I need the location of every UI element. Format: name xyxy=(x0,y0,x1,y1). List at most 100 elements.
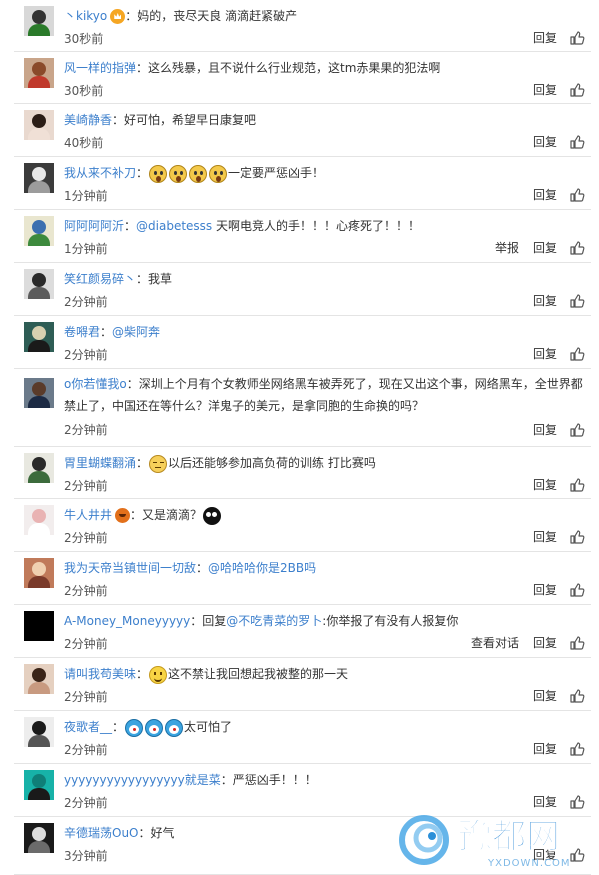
username-link[interactable]: 丶kikyo xyxy=(64,9,107,23)
comment-actions: 举报 回复 xyxy=(481,239,585,257)
user-avatar[interactable] xyxy=(24,770,54,800)
user-avatar[interactable] xyxy=(24,269,54,299)
thumbs-up-icon[interactable] xyxy=(569,529,585,545)
username-link[interactable]: 美崎静香 xyxy=(64,113,112,127)
username-link[interactable]: 风一样的指弹 xyxy=(64,61,136,75)
reply-button[interactable]: 回复 xyxy=(533,528,557,545)
comment-content: 一定要严惩凶手！ xyxy=(228,166,325,180)
reply-button[interactable]: 回复 xyxy=(533,186,557,203)
thumbs-up-icon[interactable] xyxy=(569,582,585,598)
comment-time: 30秒前 xyxy=(64,84,104,98)
reply-button[interactable]: 回复 xyxy=(533,81,557,98)
comment-text: o你若懂我o：深圳上个月有个女教师坐网络黑车被弄死了，现在又出这个事，网络黑车，… xyxy=(64,373,587,417)
user-avatar[interactable] xyxy=(24,378,54,408)
reply-button[interactable]: 回复 xyxy=(533,29,557,46)
comment-content: 以后还能够参加高负荷的训练 打比赛吗 xyxy=(168,456,376,470)
username-link[interactable]: 胃里蝴蝶翻涌 xyxy=(64,456,136,470)
comment-item: 夜歌者__： 太可怕了 2分钟前 回复 xyxy=(0,711,599,764)
reply-button[interactable]: 回复 xyxy=(533,292,557,309)
user-avatar[interactable] xyxy=(24,664,54,694)
reply-button[interactable]: 回复 xyxy=(533,345,557,362)
username-link[interactable]: 我为天帝当镇世间一切敌 xyxy=(64,561,196,575)
reply-button[interactable]: 回复 xyxy=(533,581,557,598)
comment-text: 胃里蝴蝶翻涌： 以后还能够参加高负荷的训练 打比赛吗 xyxy=(64,454,587,473)
username-link[interactable]: yyyyyyyyyyyyyyyyy就是菜 xyxy=(64,773,221,787)
reply-button[interactable]: 回复 xyxy=(533,687,557,704)
view-conversation-button[interactable]: 查看对话 xyxy=(471,634,519,651)
user-avatar[interactable] xyxy=(24,453,54,483)
user-avatar[interactable] xyxy=(24,216,54,246)
username-link[interactable]: 笑红颜易碎丶 xyxy=(64,272,136,286)
comment-item: 请叫我苟美味： 这不禁让我回想起我被整的那一天 2分钟前 回复 xyxy=(0,658,599,711)
comment-content: ：好气 xyxy=(138,826,175,840)
user-avatar[interactable] xyxy=(24,505,54,535)
user-avatar[interactable] xyxy=(24,823,54,853)
comment-actions: 回复 xyxy=(519,186,585,204)
mention-link[interactable]: @柴阿奔 xyxy=(112,325,160,339)
thumbs-up-icon[interactable] xyxy=(569,240,585,256)
comment-content: 这不禁让我回想起我被整的那一天 xyxy=(168,667,349,681)
comment-actions: 回复 xyxy=(519,81,585,99)
comment-item: 丶kikyo ：妈的，丧尽天良 滴滴赶紧破产 30秒前 回复 xyxy=(0,0,599,52)
comment-text: 笑红颜易碎丶：我草 xyxy=(64,270,587,288)
thumbs-up-icon[interactable] xyxy=(569,187,585,203)
user-avatar[interactable] xyxy=(24,558,54,588)
user-avatar[interactable] xyxy=(24,58,54,88)
user-avatar[interactable] xyxy=(24,322,54,352)
report-button[interactable]: 举报 xyxy=(495,239,519,256)
user-avatar[interactable] xyxy=(24,611,54,641)
reply-button[interactable]: 回复 xyxy=(533,421,557,438)
reply-button[interactable]: 回复 xyxy=(533,740,557,757)
username-link[interactable]: 请叫我苟美味 xyxy=(64,667,136,681)
mention-link[interactable]: @不吃青菜的罗卜 xyxy=(226,614,322,628)
scream-emoji-icon xyxy=(169,164,188,183)
username-link[interactable]: A-Money_Moneyyyyy xyxy=(64,614,190,628)
comment-time: 2分钟前 xyxy=(64,531,108,545)
comment-actions: 回复 xyxy=(519,581,585,599)
comment-time: 3分钟前 xyxy=(64,849,108,863)
comment-time: 40秒前 xyxy=(64,136,104,150)
comment-text: A-Money_Moneyyyyy：回复@不吃青菜的罗卜:你举报了有没有人报复你 xyxy=(64,612,587,630)
thumbs-up-icon[interactable] xyxy=(569,741,585,757)
comment-text: 美崎静香：好可怕，希望早日康复吧 xyxy=(64,111,587,129)
reply-button[interactable]: 回复 xyxy=(533,476,557,493)
user-avatar[interactable] xyxy=(24,717,54,747)
comment-content: 天啊电竞人的手！！！心疼死了！！！ xyxy=(212,219,421,233)
comment-content: ： xyxy=(112,720,125,734)
username-link[interactable]: 卷嘚君 xyxy=(64,325,100,339)
comment-content: ： xyxy=(124,219,137,233)
thumbs-up-icon[interactable] xyxy=(569,30,585,46)
thumbs-up-icon[interactable] xyxy=(569,346,585,362)
thumbs-up-icon[interactable] xyxy=(569,82,585,98)
username-link[interactable]: 我从来不补刀 xyxy=(64,166,136,180)
comment-text: 卷嘚君：@柴阿奔 xyxy=(64,323,587,341)
reply-button[interactable]: 回复 xyxy=(533,239,557,256)
username-link[interactable]: 夜歌者__ xyxy=(64,720,112,734)
mention-link[interactable]: @哈哈哈你是2BB吗 xyxy=(208,561,316,575)
thumbs-up-icon[interactable] xyxy=(569,293,585,309)
username-link[interactable]: 阿阿阿阿沂 xyxy=(64,219,124,233)
comment-item: 笑红颜易碎丶：我草 2分钟前 回复 xyxy=(0,263,599,316)
user-avatar[interactable] xyxy=(24,6,54,36)
thumbs-up-icon[interactable] xyxy=(569,134,585,150)
comment-item: 胃里蝴蝶翻涌： 以后还能够参加高负荷的训练 打比赛吗 2分钟前 回复 xyxy=(0,447,599,499)
watermark-brand: 豫都网 xyxy=(458,818,560,856)
reply-button[interactable]: 回复 xyxy=(533,133,557,150)
comment-item: 我从来不补刀： 一定要严惩凶手！ 1分钟前 回复 xyxy=(0,157,599,210)
thumbs-up-icon[interactable] xyxy=(569,477,585,493)
swirl-logo-icon xyxy=(399,815,449,865)
comment-content: :你举报了有没有人报复你 xyxy=(322,614,459,628)
comment-content: ： xyxy=(136,667,149,681)
user-avatar[interactable] xyxy=(24,110,54,140)
thumbs-up-icon[interactable] xyxy=(569,635,585,651)
username-link[interactable]: o你若懂我o xyxy=(64,377,127,391)
user-avatar[interactable] xyxy=(24,163,54,193)
username-link[interactable]: 牛人井井 xyxy=(64,508,112,522)
comment-time: 2分钟前 xyxy=(64,295,108,309)
mention-link[interactable]: @diabetesss xyxy=(136,219,212,233)
comment-content: ： xyxy=(196,561,209,575)
thumbs-up-icon[interactable] xyxy=(569,422,585,438)
username-link[interactable]: 辛德瑞荡OuO xyxy=(64,826,139,840)
thumbs-up-icon[interactable] xyxy=(569,688,585,704)
reply-button[interactable]: 回复 xyxy=(533,634,557,651)
